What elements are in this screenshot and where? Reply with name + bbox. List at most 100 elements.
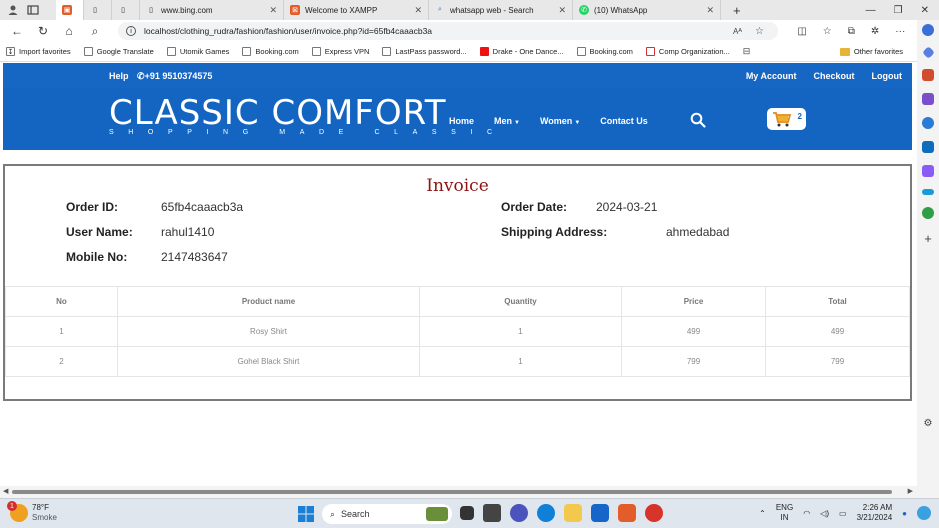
browser-tab-bar: ▣ ▯ ▯ ▯ www.bing.com ✕ ⊠ Welcome to XAMP… (0, 0, 939, 20)
close-window-icon[interactable]: ✕ (921, 5, 929, 16)
help-contact[interactable]: Help ✆+91 9510374575 (109, 71, 212, 82)
copilot-icon[interactable] (922, 24, 934, 36)
notification-bell-icon[interactable]: ● (902, 509, 907, 518)
more-icon[interactable]: ··· (895, 26, 905, 37)
refresh-icon[interactable]: ↻ (30, 24, 56, 38)
teams-icon[interactable] (510, 504, 528, 522)
tab-invoice[interactable]: ▣ (56, 0, 84, 20)
search-icon[interactable] (690, 112, 706, 128)
read-aloud-icon[interactable]: Aᴬ (733, 27, 742, 36)
url-field[interactable]: i localhost/clothing_rudra/fashion/fashi… (118, 22, 778, 40)
close-tab-icon[interactable]: ✕ (269, 5, 277, 16)
language-indicator[interactable]: ENG IN (776, 503, 793, 523)
tab-blank-1[interactable]: ▯ (84, 0, 112, 20)
tab-whatsapp-search[interactable]: ⌕ whatsapp web - Search ✕ (429, 0, 573, 20)
wps-office-icon[interactable] (645, 504, 663, 522)
designer-icon[interactable] (922, 165, 934, 177)
favorite-item[interactable]: Booking.com (242, 47, 299, 56)
favorite-label: Google Translate (96, 47, 154, 56)
cell-product: Gohel Black Shirt (117, 346, 420, 377)
wifi-icon[interactable]: ◠ (803, 509, 810, 518)
favorite-item[interactable]: Google Translate (83, 47, 154, 56)
tab-whatsapp[interactable]: ✆ (10) WhatsApp ✕ (573, 0, 721, 20)
scrollbar-thumb[interactable] (12, 490, 892, 494)
new-tab-icon[interactable]: + (733, 3, 741, 18)
file-explorer-icon[interactable] (564, 504, 582, 522)
tab-blank-2[interactable]: ▯ (112, 0, 140, 20)
favorite-item[interactable]: ↧ Import favorites (6, 47, 71, 56)
chevron-up-icon[interactable]: ⌃ (759, 509, 766, 518)
other-favorites[interactable]: Other favorites (839, 47, 903, 56)
favorite-item[interactable]: Express VPN (311, 47, 369, 56)
tools-icon[interactable] (922, 69, 934, 81)
split-screen-icon[interactable]: ◫ (797, 26, 806, 37)
horizontal-scrollbar[interactable]: ◀ ▶ (0, 486, 917, 498)
scroll-right-icon[interactable]: ▶ (908, 487, 913, 495)
workspaces-icon[interactable] (26, 3, 40, 17)
back-icon[interactable]: ← (4, 24, 30, 38)
column-header-product: Product name (117, 286, 420, 317)
home-icon[interactable]: ⌂ (56, 24, 82, 38)
extensions-icon[interactable]: ✲ (871, 26, 879, 37)
logout-link[interactable]: Logout (872, 71, 903, 81)
nav-contact[interactable]: Contact Us (600, 116, 648, 126)
caret-down-icon: ▼ (514, 120, 520, 126)
favorite-item[interactable]: Booking.com (576, 47, 633, 56)
taskbar-search[interactable]: ⌕ Search (322, 504, 452, 524)
weather-widget[interactable]: 1 78°F Smoke (7, 501, 57, 523)
favorite-star-icon[interactable]: ☆ (755, 26, 764, 37)
xampp-icon[interactable] (618, 504, 636, 522)
add-icon[interactable]: + (924, 231, 932, 246)
task-view-icon[interactable] (460, 506, 474, 520)
clock[interactable]: 2:26 AM 3/21/2024 (857, 503, 893, 523)
widgets-icon[interactable] (483, 504, 501, 522)
search-icon[interactable]: ⌕ (82, 24, 108, 39)
checkout-link[interactable]: Checkout (813, 71, 854, 81)
games-icon[interactable] (922, 93, 934, 105)
battery-icon[interactable]: ▭ (839, 509, 847, 518)
account-links: My Account Checkout Logout (746, 71, 902, 81)
mail-icon[interactable] (591, 504, 609, 522)
nav-women[interactable]: Women ▼ (540, 116, 580, 126)
cart-icon (773, 112, 792, 127)
tab-xampp[interactable]: ⊠ Welcome to XAMPP ✕ (284, 0, 429, 20)
favorite-item[interactable]: Comp Organization... (645, 47, 730, 56)
my-account-link[interactable]: My Account (746, 71, 797, 81)
clock-time: 2:26 AM (862, 503, 893, 512)
site-logo[interactable]: CLASSIC COMFORT SHOPPING MADE CLASSIC (109, 95, 507, 137)
favorites-icon[interactable]: ☆ (823, 26, 832, 37)
restore-icon[interactable]: ❐ (894, 5, 903, 16)
send-icon[interactable] (922, 189, 934, 195)
volume-icon[interactable]: ◁) (820, 509, 829, 518)
favorite-label: Import favorites (19, 47, 71, 56)
microsoft365-icon[interactable] (922, 117, 934, 129)
minimize-icon[interactable]: — (866, 5, 876, 16)
tab-bing[interactable]: ▯ www.bing.com ✕ (140, 0, 284, 20)
profile-icon[interactable] (6, 3, 20, 17)
favorite-item[interactable]: Utomik Games (166, 47, 229, 56)
tag-icon[interactable] (921, 46, 935, 59)
tab-favicon-icon: ▣ (62, 5, 72, 15)
nav-men[interactable]: Men ▼ (494, 116, 520, 126)
close-tab-icon[interactable]: ✕ (558, 5, 566, 16)
close-tab-icon[interactable]: ✕ (414, 5, 422, 16)
favorite-item[interactable]: LastPass password... (382, 47, 467, 56)
overflow-icon[interactable]: ⊟ (743, 46, 751, 57)
favorite-item[interactable]: Drake - One Dance... (479, 47, 564, 56)
collections-icon[interactable]: ⧉ (848, 26, 855, 37)
copilot-icon[interactable] (917, 506, 931, 520)
page-icon (166, 47, 176, 56)
scroll-left-icon[interactable]: ◀ (3, 487, 8, 495)
table-row: 2 Gohel Black Shirt 1 799 799 (5, 346, 910, 377)
logo-title: CLASSIC COMFORT (109, 93, 447, 133)
cart-button[interactable]: 2 (767, 108, 806, 130)
settings-icon[interactable]: ⚙ (924, 418, 933, 429)
outlook-icon[interactable] (922, 141, 934, 153)
nav-home[interactable]: Home (449, 116, 474, 126)
shipping-address-label: Shipping Address: (501, 225, 608, 239)
close-tab-icon[interactable]: ✕ (706, 5, 714, 16)
windows-start-icon[interactable] (298, 506, 314, 522)
site-info-icon[interactable]: i (126, 26, 136, 36)
edge-icon[interactable] (537, 504, 555, 522)
tree-icon[interactable] (922, 207, 934, 219)
